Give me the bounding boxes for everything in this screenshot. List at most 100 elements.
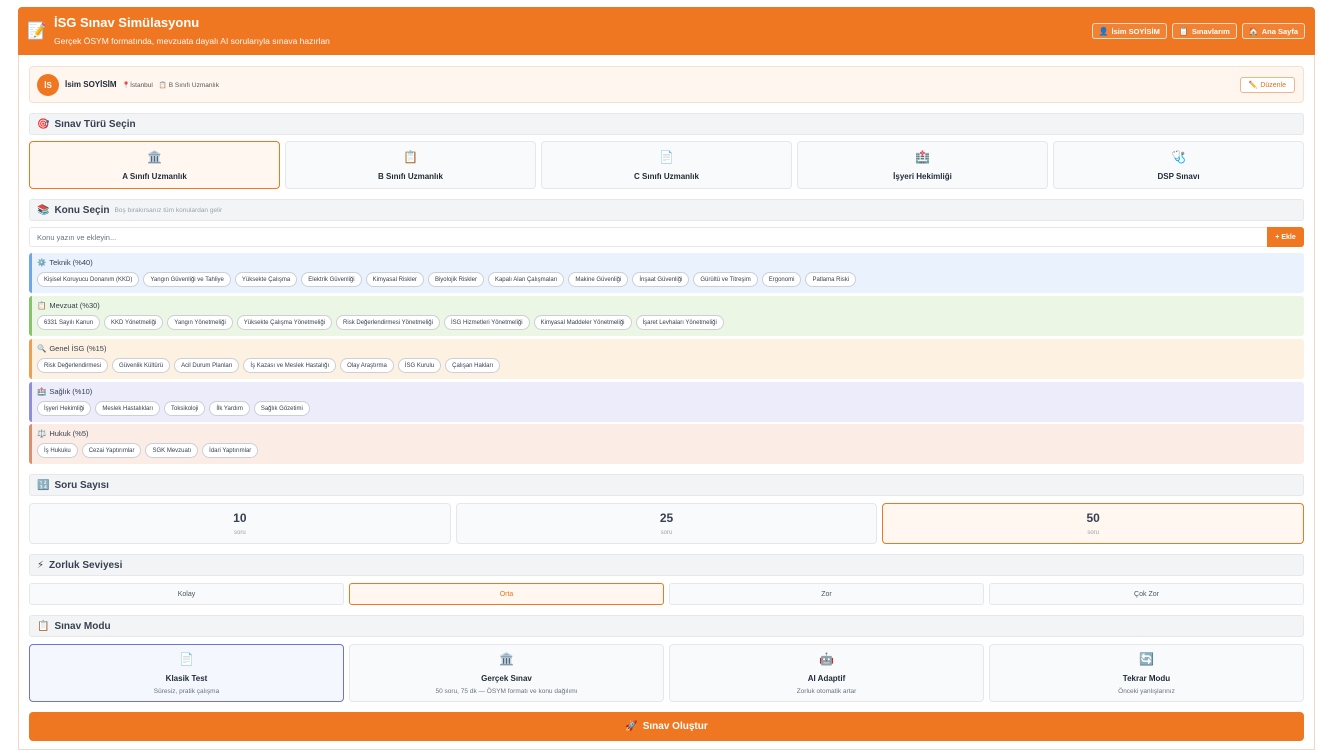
home-button[interactable]: 🏠 Ana Sayfa	[1241, 23, 1305, 39]
difficulty-very-hard[interactable]: Çok Zor	[989, 583, 1304, 605]
mode-real-exam[interactable]: 🏛️ Gerçek Sınav 50 soru, 75 dk — ÖSYM form…	[349, 644, 664, 702]
exam-type-title: Sınav Türü Seçin	[54, 118, 136, 130]
topic-chip[interactable]: İSG Hizmetleri Yönetmeliği	[443, 315, 530, 330]
topic-category-name: 🏥 Sağlık (%10)	[37, 386, 1304, 396]
topic-chip[interactable]: İşaret Levhaları Yönetmeliği	[635, 315, 724, 330]
building-icon: 🏛️	[499, 651, 514, 666]
my-exams-button-label: Sınavlarım	[1191, 26, 1230, 36]
topic-category: ⚙️ Teknik (%40) Kişisel Koruyucu Donanım (…	[29, 253, 1304, 293]
books-icon: 📚	[37, 204, 50, 216]
topic-chip[interactable]: İş Hukuku	[37, 443, 78, 458]
exam-type-workplace-doctor[interactable]: 🏥 İşyeri Hekimliği	[797, 141, 1048, 189]
profile-cert: 📋 B Sınıfı Uzmanlık	[159, 81, 219, 89]
topic-chip[interactable]: 6331 Sayılı Kanun	[37, 315, 101, 330]
exam-type-dsp[interactable]: 🩺 DSP Sınavı	[1053, 141, 1304, 189]
count-value: 50	[1086, 511, 1100, 525]
category-icon: 📋	[37, 300, 47, 310]
exam-type-b[interactable]: 📋 B Sınıfı Uzmanlık	[285, 141, 536, 189]
topic-chip[interactable]: İnşaat Güvenliği	[632, 272, 690, 287]
topic-category: 📋 Mevzuat (%30) 6331 Sayılı Kanun KKD Yönet…	[29, 296, 1304, 336]
mode-label: Gerçek Sınav	[481, 673, 532, 683]
mode-repeat[interactable]: 🔄 Tekrar Modu Önceki yanlışlarınız	[989, 644, 1304, 702]
topic-chip[interactable]: Cezai Yaptırımlar	[81, 443, 142, 458]
topic-chip[interactable]: İdari Yaptırımlar	[202, 443, 259, 458]
profile-button[interactable]: 👤 İsim SOYİSİM	[1091, 23, 1167, 39]
profile-card: İS İsim SOYİSİM 📍İstanbul 📋 B Sınıfı Uzm…	[29, 66, 1304, 103]
profile-cert-text: B Sınıfı Uzmanlık	[168, 82, 219, 89]
exam-type-a[interactable]: 🏛️ A Sınıfı Uzmanlık	[29, 141, 280, 189]
topic-chip[interactable]: İş Kazası ve Meslek Hastalığı	[243, 358, 337, 373]
topic-chip-list: İş Hukuku Cezai Yaptırımlar SGK Mevzuatı İd…	[37, 443, 1304, 458]
pin-icon: 📍	[122, 82, 131, 89]
topic-chip[interactable]: İlk Yardım	[209, 401, 250, 416]
topic-chip[interactable]: İSG Kurulu	[397, 358, 442, 373]
topic-chip[interactable]: Makine Güvenliği	[568, 272, 629, 287]
topic-chip[interactable]: Ergonomi	[761, 272, 802, 287]
topics-title: Konu Seçin	[54, 204, 110, 216]
topics-header: 📚 Konu Seçin Boş bırakırsanız tüm konulard…	[29, 199, 1304, 221]
stethoscope-icon: 🩺	[1171, 149, 1186, 164]
difficulty-medium[interactable]: Orta	[349, 583, 664, 605]
topic-chip[interactable]: Kimyasal Maddeler Yönetmeliği	[533, 315, 632, 330]
topic-chip[interactable]: SGK Mevzuatı	[145, 443, 199, 458]
topic-chip[interactable]: Elektrik Güvenliği	[301, 272, 362, 287]
user-icon: 👤	[1098, 26, 1109, 36]
topic-chip[interactable]: Yüksekte Çalışma Yönetmeliği	[236, 315, 333, 330]
topic-chip[interactable]: Patlama Riski	[805, 272, 857, 287]
category-title: Sağlık (%10)	[49, 386, 93, 396]
hospital-icon: 🏥	[915, 149, 930, 164]
clipboard-icon: 📋	[403, 149, 418, 164]
topic-chip[interactable]: Meslek Hastalıkları	[95, 401, 161, 416]
count-option-25[interactable]: 25 soru	[455, 503, 878, 544]
profile-city-text: İstanbul	[130, 82, 153, 89]
difficulty-easy[interactable]: Kolay	[29, 583, 344, 605]
create-exam-button[interactable]: 🚀 Sınav Oluştur	[29, 712, 1304, 741]
count-option-10[interactable]: 10 soru	[29, 503, 451, 544]
topic-category-name: ⚖️ Hukuk (%5)	[37, 428, 1304, 438]
topic-chip[interactable]: Toksikoloji	[164, 401, 206, 416]
exam-type-c[interactable]: 📄 C Sınıfı Uzmanlık	[541, 141, 792, 189]
difficulty-hard[interactable]: Zor	[669, 583, 984, 605]
edit-profile-button[interactable]: ✏️ Düzenle	[1239, 77, 1295, 93]
mode-ai-adaptive[interactable]: 🤖 AI Adaptif Zorluk otomatik artar	[669, 644, 984, 702]
topic-chip[interactable]: Kişisel Koruyucu Donanım (KKD)	[37, 272, 140, 287]
topic-chip-list: Kişisel Koruyucu Donanım (KKD) Yangın Güv…	[37, 272, 1304, 287]
topic-chip[interactable]: Olay Araştırma	[340, 358, 394, 373]
topic-chip[interactable]: Biyolojik Riskler	[427, 272, 484, 287]
topic-chip[interactable]: KKD Yönetmeliği	[104, 315, 164, 330]
my-exams-button[interactable]: 📋 Sınavlarım	[1171, 23, 1237, 39]
topic-chip[interactable]: Kapalı Alan Çalışmaları	[487, 272, 565, 287]
category-icon: 🔍	[37, 343, 47, 353]
mode-label: Tekrar Modu	[1122, 673, 1171, 683]
topic-chip[interactable]: Güvenlik Kültürü	[112, 358, 171, 373]
add-topic-button[interactable]: + Ekle	[1267, 227, 1304, 247]
difficulty-title: Zorluk Seviyesi	[49, 559, 123, 571]
topic-chip[interactable]: Gürültü ve Titreşim	[693, 272, 758, 287]
topic-chip[interactable]: Yangın Yönetmeliği	[167, 315, 233, 330]
count-option-50[interactable]: 50 soru	[882, 503, 1305, 544]
mode-classic[interactable]: 📄 Klasik Test Süresiz, pratik çalışma	[29, 644, 344, 702]
topic-chip[interactable]: Çalışan Hakları	[445, 358, 501, 373]
topic-chip[interactable]: Yüksekte Çalışma	[234, 272, 298, 287]
topic-chip[interactable]: Risk Değerlendirmesi Yönetmeliği	[336, 315, 440, 330]
topic-chip[interactable]: Risk Değerlendirmesi	[37, 358, 109, 373]
topic-input[interactable]: Konu yazın ve ekleyin...	[29, 227, 1268, 247]
count-value: 10	[233, 511, 247, 525]
document-icon: 📄	[659, 149, 674, 164]
mode-label: Klasik Test	[165, 673, 208, 683]
topic-chip[interactable]: Sağlık Gözetimi	[253, 401, 310, 416]
pencil-icon: ✏️	[1248, 82, 1258, 89]
topic-chip[interactable]: İşyeri Hekimliği	[37, 401, 92, 416]
repeat-icon: 🔄	[1139, 651, 1154, 666]
numbers-icon: 🔢	[37, 479, 50, 491]
mode-desc: Zorluk otomatik artar	[796, 687, 857, 695]
exam-type-dsp-label: DSP Sınavı	[1157, 171, 1200, 181]
topic-chip[interactable]: Yangın Güvenliği ve Tahliye	[143, 272, 231, 287]
category-icon: ⚙️	[37, 257, 47, 267]
mode-label: AI Adaptif	[807, 673, 846, 683]
topic-chip[interactable]: Acil Durum Planları	[174, 358, 240, 373]
topic-chip[interactable]: Kimyasal Riskler	[365, 272, 424, 287]
clipboard-icon: 📋	[1178, 26, 1189, 36]
profile-button-label: İsim SOYİSİM	[1111, 26, 1160, 36]
exam-type-workplace-doctor-label: İşyeri Hekimliği	[893, 171, 952, 181]
